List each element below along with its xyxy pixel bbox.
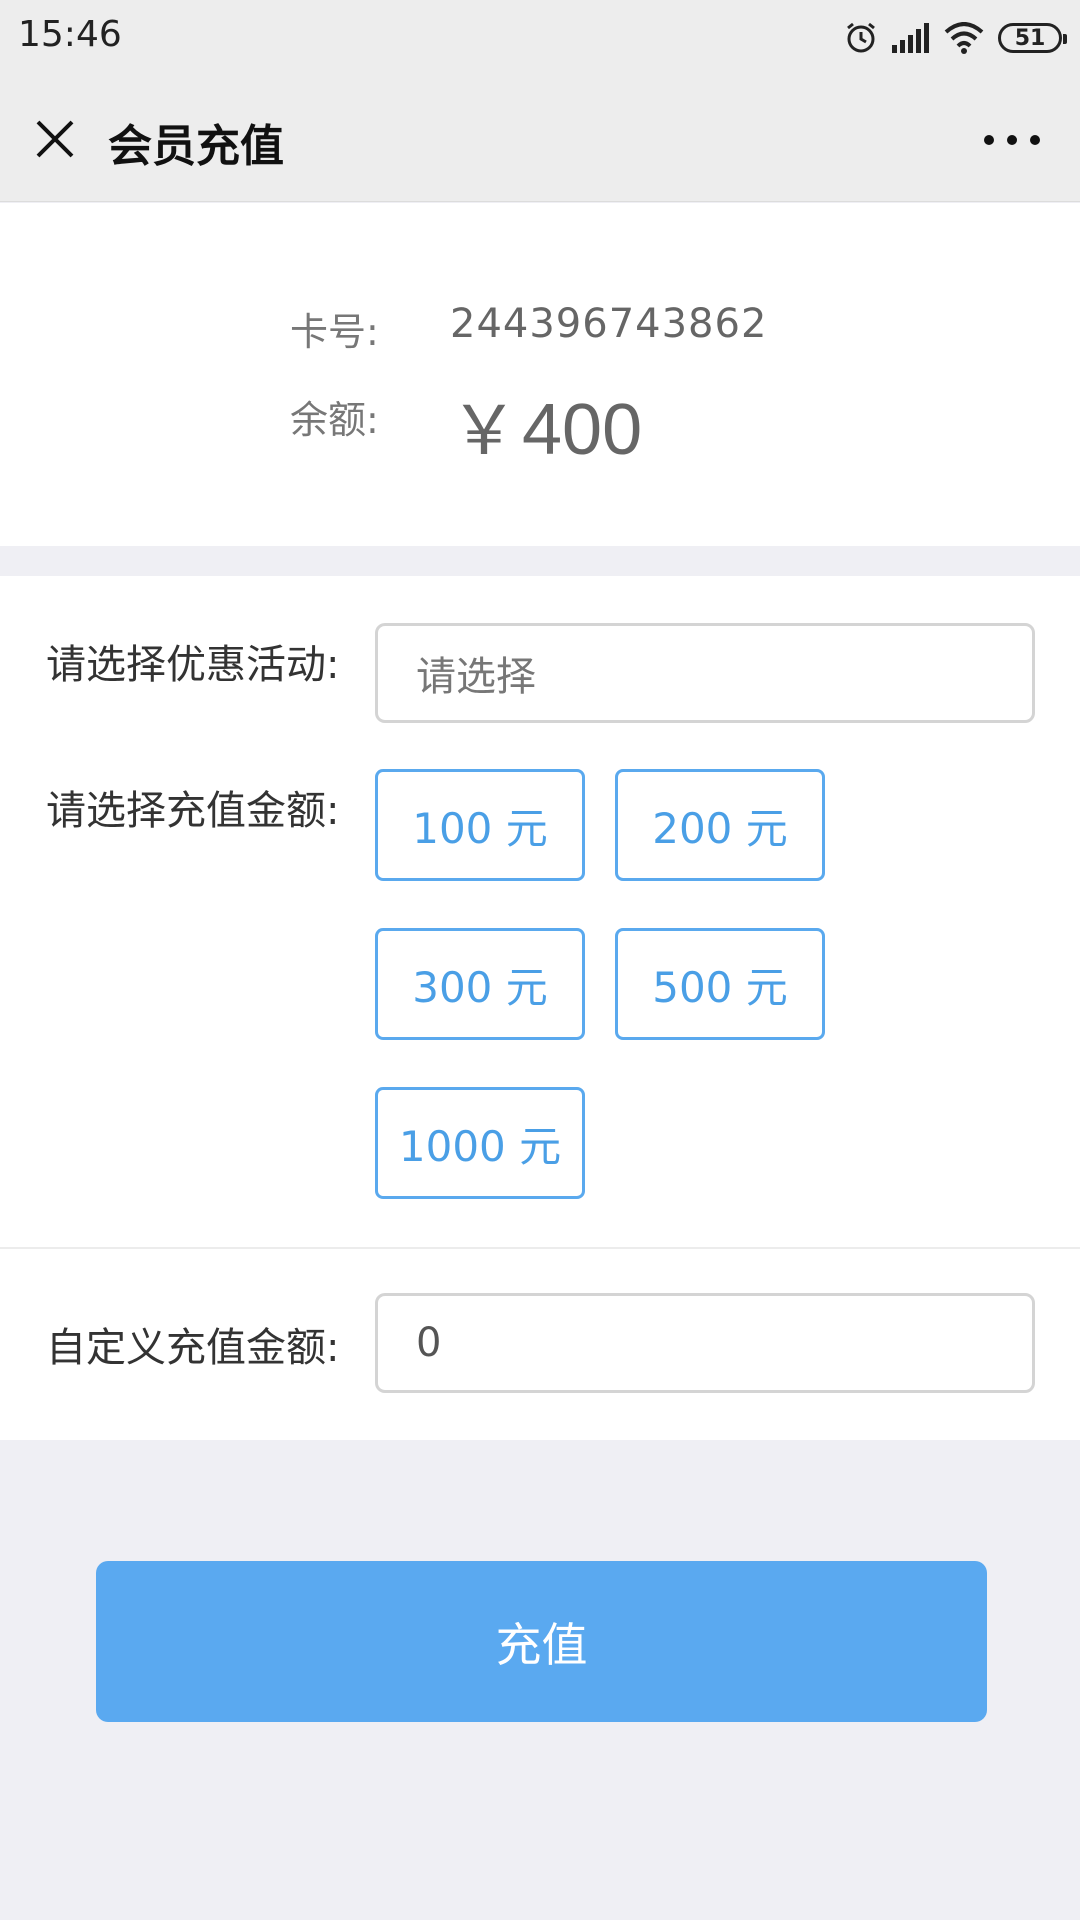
more-dot <box>984 135 994 145</box>
signal-icon <box>892 23 929 53</box>
promotion-placeholder: 请选择 <box>416 654 536 700</box>
page-title: 会员充值 <box>108 121 284 172</box>
balance-amount: 400 <box>522 390 643 470</box>
status-time: 15:46 <box>18 14 122 55</box>
balance-label: 余额: <box>290 398 379 442</box>
card-info-panel: 卡号: 244396743862 余额: ￥400 <box>0 203 1080 546</box>
battery-level: 51 <box>1014 25 1046 51</box>
currency-symbol: ￥ <box>450 393 519 469</box>
amount-option-300[interactable]: 300 元 <box>375 928 585 1040</box>
nav-bar: 会员充值 <box>0 76 1080 202</box>
close-icon[interactable] <box>30 114 80 164</box>
status-icons: 51 <box>844 18 1067 58</box>
custom-amount-section: 自定义充值金额: 0 <box>0 1249 1080 1440</box>
recharge-button[interactable]: 充值 <box>96 1561 987 1722</box>
more-dot <box>1030 135 1040 145</box>
amount-option-100[interactable]: 100 元 <box>375 769 585 881</box>
balance-value: ￥400 <box>450 375 642 474</box>
more-dot <box>1007 135 1017 145</box>
custom-amount-input[interactable]: 0 <box>375 1293 1035 1393</box>
alarm-icon <box>847 22 875 53</box>
wifi-icon <box>944 22 984 54</box>
amount-label: 请选择充值金额: <box>46 788 340 834</box>
card-no-label: 卡号: <box>290 310 379 354</box>
recharge-form: 请选择优惠活动: 请选择 请选择充值金额: 100 元 200 元 300 元 … <box>0 576 1080 1247</box>
custom-amount-label: 自定义充值金额: <box>46 1325 340 1371</box>
battery-icon: 51 <box>998 23 1067 53</box>
more-icon[interactable] <box>984 120 1040 160</box>
amount-option-1000[interactable]: 1000 元 <box>375 1087 585 1199</box>
promotion-label: 请选择优惠活动: <box>46 642 340 688</box>
custom-amount-value: 0 <box>416 1320 442 1366</box>
amount-option-200[interactable]: 200 元 <box>615 769 825 881</box>
card-no-value: 244396743862 <box>450 301 768 347</box>
promotion-select[interactable]: 请选择 <box>375 623 1035 723</box>
amount-option-500[interactable]: 500 元 <box>615 928 825 1040</box>
status-bar: 15:46 51 <box>0 0 1080 76</box>
